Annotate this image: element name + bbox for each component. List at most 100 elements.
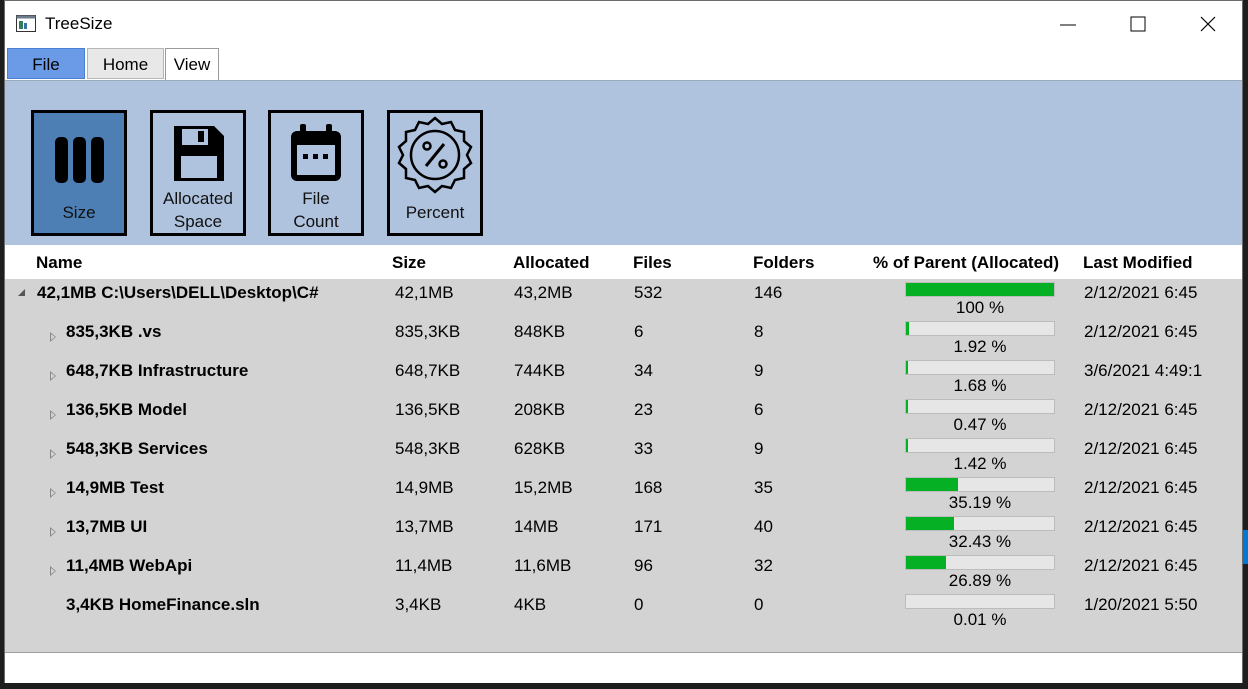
row-allocated: 744KB	[514, 361, 566, 380]
column-header-size[interactable]: Size	[392, 253, 426, 273]
row-name: 3,4KB HomeFinance.sln	[66, 595, 260, 614]
percent-button[interactable]: Percent	[387, 110, 483, 236]
tree-row[interactable]: 11,4MB WebApi 11,4MB 11,6MB 96 32 2/12/2021 6…	[5, 552, 1242, 591]
row-files: 0	[634, 595, 644, 614]
close-button[interactable]	[1185, 5, 1231, 43]
collapsed-arrow-icon[interactable]	[50, 527, 56, 537]
collapsed-arrow-icon[interactable]	[50, 449, 56, 459]
tree-row[interactable]: 13,7MB UI 13,7MB 14MB 171 40 2/12/2021 6:45 32…	[5, 513, 1242, 552]
row-percent: 0.01 %	[953, 610, 1007, 629]
row-percent: 26.89 %	[948, 571, 1012, 590]
tab-home[interactable]: Home	[87, 48, 164, 79]
row-allocated: 4KB	[514, 595, 547, 614]
minimize-button[interactable]	[1045, 5, 1091, 43]
percent-bar-fill	[906, 322, 909, 335]
tree-row[interactable]: 835,3KB .vs 835,3KB 848KB 6 8 2/12/2021 6:45 1…	[5, 318, 1242, 357]
folder-tree-grid: 42,1MB C:\Users\DELL\Desktop\C# 42,1MB 43,…	[5, 279, 1242, 653]
percent-bar-fill	[906, 556, 946, 569]
expanded-arrow-icon[interactable]	[18, 289, 25, 296]
row-size: 42,1MB	[395, 283, 454, 302]
tree-row[interactable]: 136,5KB Model 136,5KB 208KB 23 6 2/12/2021 6:…	[5, 396, 1242, 435]
tab-view[interactable]: View	[165, 48, 219, 81]
collapsed-arrow-icon[interactable]	[50, 371, 56, 381]
row-folders: 32	[754, 556, 773, 575]
row-name: 835,3KB .vs	[66, 322, 162, 341]
row-size: 136,5KB	[395, 400, 461, 419]
row-size: 11,4MB	[395, 556, 453, 575]
percent-bar-fill	[906, 400, 908, 413]
column-header-allocated[interactable]: Allocated	[513, 253, 590, 273]
percent-bar-fill	[906, 361, 909, 374]
row-allocated: 15,2MB	[514, 478, 573, 497]
tab-file[interactable]: File	[7, 48, 85, 79]
collapsed-arrow-icon[interactable]	[50, 488, 56, 498]
row-allocated: 628KB	[514, 439, 566, 458]
row-size: 3,4KB	[395, 595, 442, 614]
percent-bar-fill	[906, 517, 954, 530]
row-folders: 9	[754, 439, 764, 458]
column-header-folders[interactable]: Folders	[753, 253, 814, 273]
background-scrollbar	[1243, 530, 1248, 564]
row-percent: 32.43 %	[948, 532, 1012, 551]
title-bar[interactable]: TreeSize	[5, 1, 1242, 47]
row-allocated: 14MB	[514, 517, 559, 536]
maximize-button[interactable]	[1115, 5, 1161, 43]
tree-row[interactable]: 42,1MB C:\Users\DELL\Desktop\C# 42,1MB 43,…	[5, 279, 1242, 318]
row-allocated: 11,6MB	[514, 556, 572, 575]
row-modified: 2/12/2021 6:45	[1084, 283, 1198, 302]
row-size: 14,9MB	[395, 478, 454, 497]
row-percent: 1.92 %	[953, 337, 1007, 356]
percent-bar	[905, 282, 1055, 297]
row-modified: 2/12/2021 6:45	[1084, 556, 1198, 575]
file-count-button[interactable]: File Count	[268, 110, 364, 236]
percent-bar-fill	[906, 439, 909, 452]
size-button-label: Size	[62, 203, 96, 222]
row-name: 136,5KB Model	[66, 400, 187, 419]
collapsed-arrow-icon[interactable]	[50, 332, 56, 342]
row-name: 648,7KB Infrastructure	[66, 361, 249, 380]
row-modified: 1/20/2021 5:50	[1084, 595, 1198, 614]
column-header-modified[interactable]: Last Modified	[1083, 253, 1193, 273]
percent-bar	[905, 594, 1055, 609]
allocated-space-button[interactable]: Allocated Space	[150, 110, 246, 236]
row-modified: 3/6/2021 4:49:1	[1084, 361, 1203, 380]
column-header: Name Size Allocated Files Folders % of P…	[5, 249, 1242, 279]
row-folders: 146	[754, 283, 783, 302]
floppy-disk-icon	[153, 121, 243, 185]
file-count-label-2: Count	[293, 212, 339, 231]
column-header-files[interactable]: Files	[633, 253, 672, 273]
tree-row[interactable]: 548,3KB Services 548,3KB 628KB 33 9 2/12/2021…	[5, 435, 1242, 474]
percent-bar	[905, 360, 1055, 375]
row-name: 548,3KB Services	[66, 439, 208, 458]
row-name: 11,4MB WebApi	[66, 556, 193, 575]
row-percent: 100 %	[955, 298, 1005, 317]
row-files: 34	[634, 361, 653, 380]
collapsed-arrow-icon[interactable]	[50, 566, 56, 576]
row-files: 6	[634, 322, 644, 341]
column-header-percent[interactable]: % of Parent (Allocated)	[873, 253, 1059, 273]
tree-row[interactable]: 648,7KB Infrastructure 648,7KB 744KB 34 9 3/6…	[5, 357, 1242, 396]
percent-bar	[905, 321, 1055, 336]
allocated-space-label-1: Allocated	[163, 189, 233, 208]
maximize-icon	[1130, 16, 1146, 32]
size-button[interactable]: Size	[31, 110, 127, 236]
allocated-space-label-2: Space	[173, 212, 223, 231]
tree-row[interactable]: 14,9MB Test 14,9MB 15,2MB 168 35 2/12/2021 6:…	[5, 474, 1242, 513]
row-size: 548,3KB	[395, 439, 461, 458]
row-name: 42,1MB C:\Users\DELL\Desktop\C#	[37, 283, 319, 302]
collapsed-arrow-icon[interactable]	[50, 410, 56, 420]
percent-bar	[905, 399, 1055, 414]
row-percent: 1.42 %	[953, 454, 1007, 473]
row-modified: 2/12/2021 6:45	[1084, 439, 1198, 458]
size-bars-icon	[34, 121, 124, 185]
ribbon-tabs: File Home View	[5, 48, 1242, 81]
percent-bar	[905, 555, 1055, 570]
percent-label: Percent	[405, 203, 465, 222]
row-name: 14,9MB Test	[66, 478, 164, 497]
app-icon	[16, 15, 36, 32]
close-icon	[1200, 16, 1216, 32]
tree-row[interactable]: 3,4KB HomeFinance.sln 3,4KB 4KB 0 0 1/20/2021…	[5, 591, 1242, 630]
column-header-name[interactable]: Name	[36, 253, 82, 273]
row-allocated: 43,2MB	[514, 283, 573, 302]
row-files: 96	[634, 556, 653, 575]
